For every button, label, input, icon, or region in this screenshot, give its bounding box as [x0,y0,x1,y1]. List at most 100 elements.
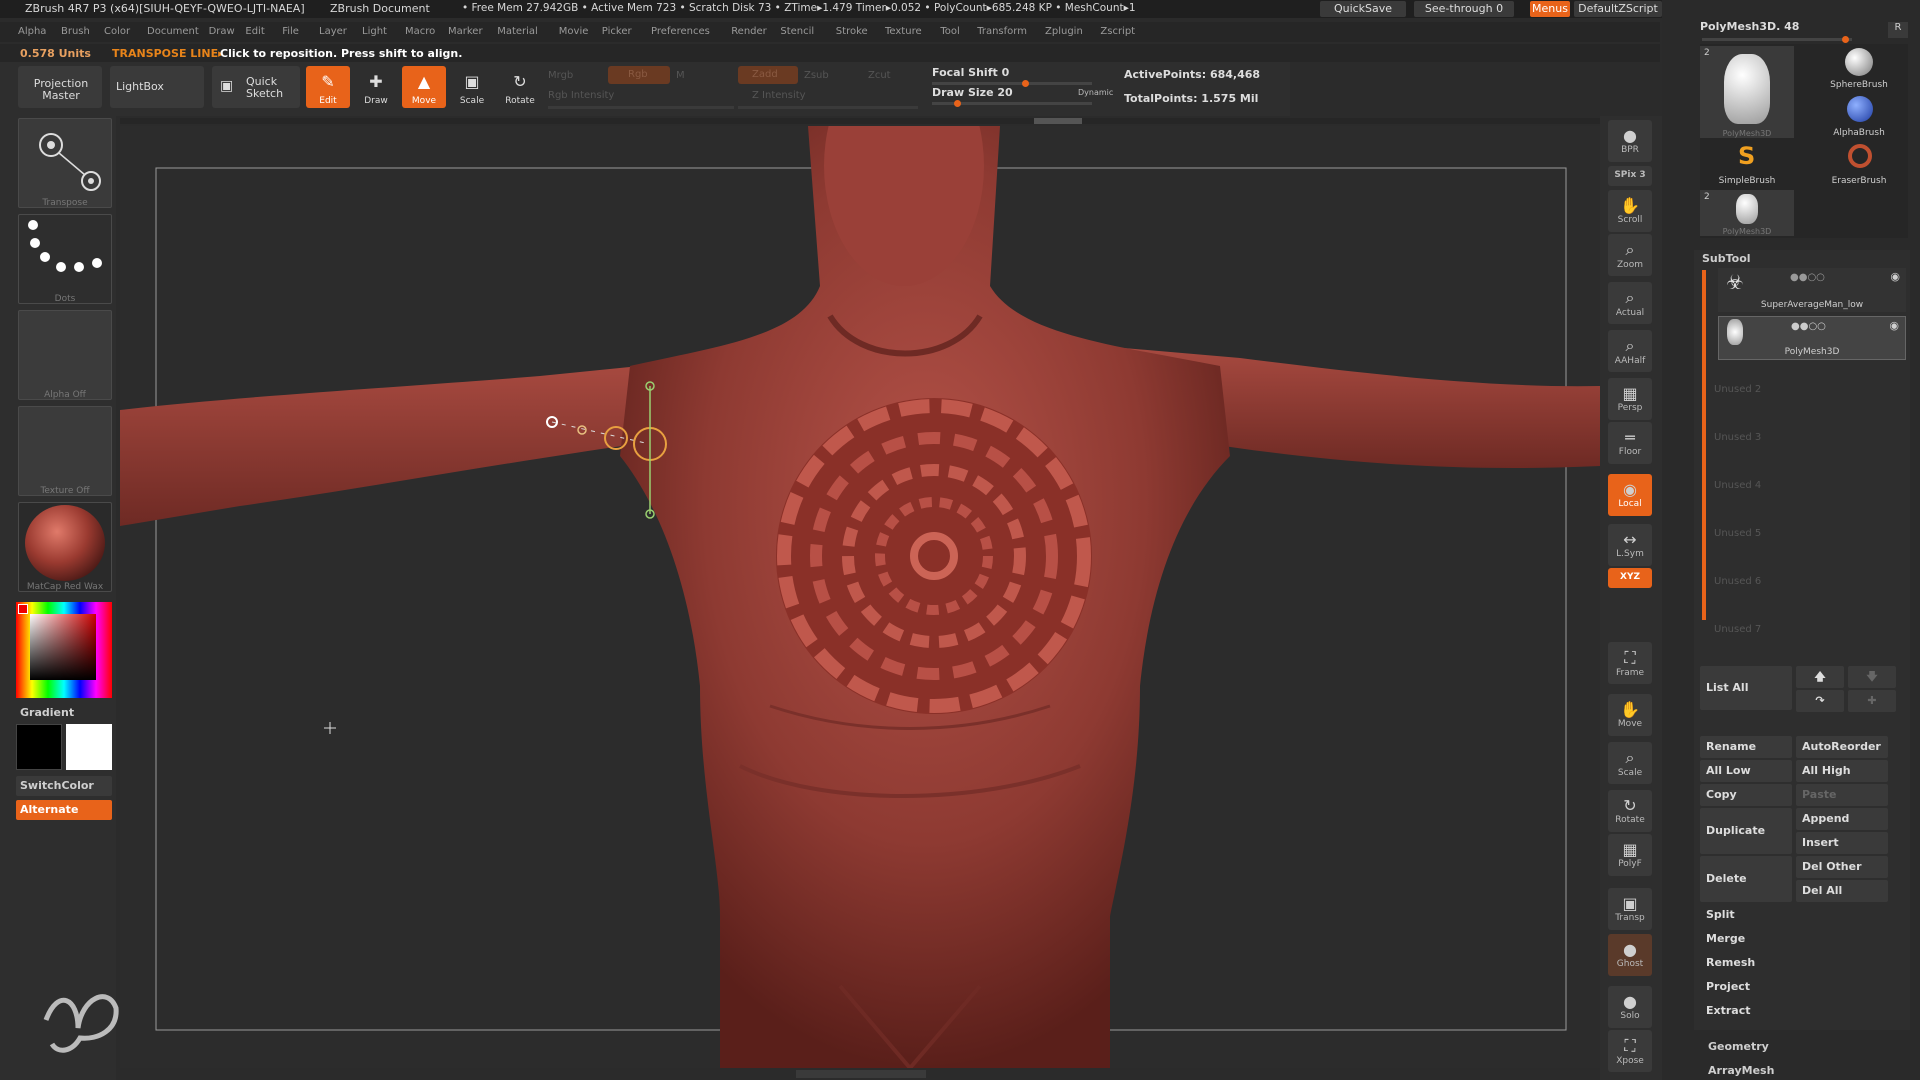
scale-button[interactable]: ⌕ Scale [1608,742,1652,784]
tool-slider-knob[interactable] [1842,36,1849,43]
eraserbrush-thumb[interactable]: EraserBrush [1812,142,1906,186]
menu-item-brush[interactable]: Brush [61,26,90,37]
spherebrush-thumb[interactable]: SphereBrush [1812,46,1906,90]
menu-item-alpha[interactable]: Alpha [18,26,46,37]
color-picker[interactable] [16,602,112,698]
paste-button[interactable]: Paste [1796,784,1888,806]
subtool-toggles-icon[interactable]: ●●○○ [1790,272,1825,283]
mrgb-toggle[interactable]: Mrgb [548,70,573,81]
menu-item-preferences[interactable]: Preferences [651,26,710,37]
xpose-button[interactable]: ⛶ Xpose [1608,1030,1652,1072]
all-low-button[interactable]: All Low [1700,760,1792,782]
menu-item-marker[interactable]: Marker [448,26,483,37]
menu-item-render[interactable]: Render [731,26,767,37]
menu-item-tool[interactable]: Tool [940,26,959,37]
frame-button[interactable]: ⛶ Frame [1608,642,1652,684]
extract-button[interactable]: Extract [1700,1000,1888,1022]
lightbox-button[interactable]: LightBox [110,66,204,108]
zoom-button[interactable]: ⌕ Zoom [1608,234,1652,276]
tool-reset-button[interactable]: R [1888,22,1908,38]
dynamic-toggle[interactable]: Dynamic [1078,88,1113,97]
menu-item-stencil[interactable]: Stencil [780,26,814,37]
top-scroll-handle[interactable] [1034,118,1082,124]
add-arrow-icon[interactable]: ✚ [1848,690,1896,712]
texture-thumbnail[interactable]: Texture Off [18,406,112,496]
duplicate-button[interactable]: Duplicate [1700,808,1792,854]
quicksave-button[interactable]: QuickSave [1320,1,1406,17]
material-thumbnail[interactable]: MatCap Red Wax [18,502,112,592]
redo-arrow-icon[interactable]: ↷ [1796,690,1844,712]
floor-button[interactable]: ═ Floor [1608,422,1652,464]
polymesh3d-recent-thumb[interactable]: 2 PolyMesh3D [1700,190,1794,236]
aahalf-button[interactable]: ⌕ AAHalf [1608,330,1652,372]
rgb-intensity-slider[interactable] [548,106,734,109]
merge-button[interactable]: Merge [1700,928,1888,950]
menu-item-macro[interactable]: Macro [405,26,435,37]
ghost-button[interactable]: ● Ghost [1608,934,1652,976]
bottom-scroll-handle[interactable] [796,1070,926,1078]
focal-shift-slider[interactable] [932,80,1092,87]
menu-item-picker[interactable]: Picker [602,26,632,37]
menu-item-document[interactable]: Document [147,26,199,37]
copy-button[interactable]: Copy [1700,784,1792,806]
menu-item-stroke[interactable]: Stroke [836,26,868,37]
alphabrush-thumb[interactable]: AlphaBrush [1812,94,1906,138]
canvas-viewport[interactable] [120,126,1600,1068]
menu-item-color[interactable]: Color [104,26,130,37]
subtool-scrollbar[interactable] [1702,270,1706,620]
alpha-thumbnail[interactable]: Alpha Off [18,310,112,400]
focal-shift-knob[interactable] [1022,80,1029,87]
all-high-button[interactable]: All High [1796,760,1888,782]
menu-item-movie[interactable]: Movie [559,26,589,37]
switch-color-button[interactable]: SwitchColor [16,776,112,796]
edit-button[interactable]: ✎ Edit [306,66,350,108]
see-through-slider[interactable]: See-through 0 [1414,1,1514,17]
del-other-button[interactable]: Del Other [1796,856,1888,878]
autoreorder-button[interactable]: AutoReorder [1796,736,1888,758]
subtool-toggles-icon[interactable]: ●●○○ [1791,321,1826,332]
rotate-button[interactable]: ↻ Rotate [1608,790,1652,832]
insert-button[interactable]: Insert [1796,832,1888,854]
menu-item-edit[interactable]: Edit [245,26,264,37]
menus-button[interactable]: Menus [1530,1,1570,17]
subtool-item-selected[interactable]: ●●○○ ◉ PolyMesh3D [1718,316,1906,360]
color-saturation-square[interactable] [30,614,96,680]
project-button[interactable]: Project [1700,976,1888,998]
visibility-eye-icon[interactable]: ◉ [1890,270,1900,283]
move-down-arrow-icon[interactable]: 🡇 [1848,666,1896,688]
xyz-button[interactable]: XYZ [1608,568,1652,588]
tool-slider[interactable] [1702,36,1852,43]
menu-item-layer[interactable]: Layer [319,26,347,37]
menu-item-zplugin[interactable]: Zplugin [1045,26,1083,37]
delete-button[interactable]: Delete [1700,856,1792,902]
zsub-toggle[interactable]: Zsub [804,70,829,81]
rgb-toggle[interactable]: Rgb [608,66,670,84]
solo-button[interactable]: ● Solo [1608,986,1652,1028]
scale-button[interactable]: ▣ Scale [450,66,494,108]
stroke-dots-thumbnail[interactable]: Dots [18,214,112,304]
subtool-item[interactable]: ☣ ●●○○ ◉ SuperAverageMan_low [1718,268,1906,312]
arraymesh-section[interactable]: ArrayMesh [1708,1064,1774,1077]
bpr-button[interactable]: ● BPR [1608,120,1652,162]
z-intensity-slider[interactable] [738,106,918,109]
transp-button[interactable]: ▣ Transp [1608,888,1652,930]
persp-button[interactable]: ▦ Persp [1608,378,1652,420]
rotate-button[interactable]: ↻ Rotate [498,66,542,108]
spix-button[interactable]: SPix 3 [1608,166,1652,186]
local-button[interactable]: ◉ Local [1608,474,1652,516]
geometry-section[interactable]: Geometry [1708,1040,1769,1053]
alternate-button[interactable]: Alternate [16,800,112,820]
quick-sketch-button[interactable]: ▣ Quick Sketch [212,66,300,108]
menu-item-transform[interactable]: Transform [977,26,1027,37]
m-toggle[interactable]: M [676,70,685,81]
menu-item-light[interactable]: Light [362,26,387,37]
subtool-title[interactable]: SubTool [1702,252,1751,265]
move-button[interactable]: ✋ Move [1608,694,1652,736]
menu-item-zscript[interactable]: Zscript [1100,26,1135,37]
draw-button[interactable]: ✚ Draw [354,66,398,108]
secondary-color-swatch[interactable] [16,724,62,770]
polyf-button[interactable]: ▦ PolyF [1608,834,1652,876]
menu-item-texture[interactable]: Texture [885,26,922,37]
menu-item-file[interactable]: File [282,26,299,37]
lsym-button[interactable]: ↔ L.Sym [1608,524,1652,566]
